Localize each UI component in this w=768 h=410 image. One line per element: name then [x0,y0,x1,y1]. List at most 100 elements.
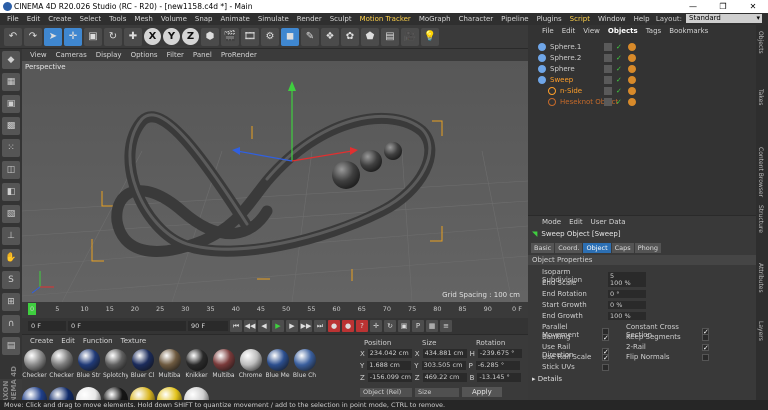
viewport-menu-filter[interactable]: Filter [163,51,188,59]
position-field[interactable]: 1.688 cm [367,361,412,370]
object-tag-icon[interactable] [628,64,636,73]
menu-item-snap[interactable]: Snap [191,15,217,23]
material-menu-function[interactable]: Function [83,337,113,345]
right-tab-attributes[interactable]: Attributes [757,263,764,293]
object-visibility-icon[interactable] [604,53,612,62]
sphere-small[interactable] [384,142,402,160]
menu-item-simulate[interactable]: Simulate [254,15,293,23]
menu-item-edit[interactable]: Edit [23,15,45,23]
viewport-menu-cameras[interactable]: Cameras [52,51,91,59]
menu-item-animate[interactable]: Animate [217,15,254,23]
sphere-large[interactable] [332,161,360,189]
attribute-checkbox[interactable] [702,333,709,341]
apply-button[interactable]: Apply [462,387,502,397]
keyframe-selection-icon[interactable]: ? [356,320,368,332]
attribute-checkbox[interactable]: ✓ [702,343,709,351]
material-swatch[interactable]: Bluer Cl [130,349,155,385]
lock-workplane-icon[interactable]: ⊞ [2,293,20,311]
object-tag-icon[interactable] [628,97,636,106]
material-preview[interactable] [157,387,182,401]
snapping-icon[interactable]: S [2,271,20,289]
material-preview[interactable] [184,387,209,401]
material-swatch[interactable]: Blue Me [265,349,290,385]
menu-item-character[interactable]: Character [455,15,498,23]
material-preview[interactable] [22,387,47,401]
menu-item-window[interactable]: Window [594,15,630,23]
move-icon[interactable]: ✛ [64,27,82,46]
object-visibility-icon[interactable] [604,64,612,73]
object-tag-icon[interactable] [628,42,636,51]
menu-item-motion-tracker[interactable]: Motion Tracker [356,15,415,23]
material-swatch[interactable]: Blue Str [76,349,101,385]
menu-item-create[interactable]: Create [44,15,75,23]
object-enabled-icon[interactable]: ✓ [616,98,622,106]
size-mode-select[interactable]: Size [415,387,459,397]
object-row[interactable]: Sphere.2 ✓ [528,52,756,63]
object-tag-icon[interactable] [628,75,636,84]
material-swatch[interactable]: Splotchy [103,349,128,385]
object-menu-view[interactable]: View [583,27,600,37]
environment-icon[interactable]: ▤ [381,27,399,46]
menu-item-mesh[interactable]: Mesh [130,15,156,23]
material-preview[interactable] [76,387,101,401]
render-settings-icon[interactable]: ⚙ [261,27,279,46]
viewport-menu-display[interactable]: Display [92,51,126,59]
viewport-menu-prorender[interactable]: ProRender [217,51,261,59]
material-swatch[interactable]: Checker [22,349,47,385]
cube-icon[interactable]: ◼ [281,27,299,46]
recent-tools-icon[interactable]: ✚ [124,27,142,46]
tweak-mode-icon[interactable]: ✋ [2,249,20,267]
attribute-value-field[interactable]: 0 ° [608,290,646,298]
pen-icon[interactable]: ✎ [301,27,319,46]
points-mode-icon[interactable]: ⁙ [2,139,20,157]
play-icon[interactable]: ▶ [272,320,284,332]
object-menu-tags[interactable]: Tags [646,27,662,37]
scale-key-icon[interactable]: ▣ [398,320,410,332]
object-enabled-icon[interactable]: ✓ [616,65,622,73]
rotation-field[interactable]: -6.285 ° [475,361,520,370]
object-visibility-icon[interactable] [604,97,612,106]
render-picture-viewer-icon[interactable]: 🎞 [241,27,259,46]
attribute-checkbox[interactable] [702,353,709,361]
go-to-start-icon[interactable]: ⏮ [230,320,242,332]
menu-item-sculpt[interactable]: Sculpt [326,15,356,23]
position-field[interactable]: -156.099 cm [367,373,412,382]
scale-icon[interactable]: ▣ [84,27,102,46]
object-row[interactable]: Sphere.1 ✓ [528,41,756,52]
next-frame-icon[interactable]: ▶ [286,320,298,332]
rotation-field[interactable]: -239.675 ° [477,349,522,358]
end-frame-field[interactable]: 90 F [188,321,228,331]
size-field[interactable]: 303.505 cm [421,361,466,370]
position-field[interactable]: 234.042 cm [367,349,412,358]
material-menu-edit[interactable]: Edit [61,337,75,345]
attribute-menu-mode[interactable]: Mode [542,218,561,226]
material-swatch[interactable]: Checker [49,349,74,385]
viewport-menu-panel[interactable]: Panel [189,51,216,59]
cloner-icon[interactable]: ✿ [341,27,359,46]
sphere-medium[interactable] [360,150,382,172]
light-icon[interactable]: 💡 [421,27,439,46]
menu-item-pipeline[interactable]: Pipeline [497,15,532,23]
menu-item-render[interactable]: Render [293,15,326,23]
close-button[interactable]: ✕ [738,0,768,13]
right-tab-content-browser[interactable]: Content Browser [757,147,764,197]
rotate-icon[interactable]: ↻ [104,27,122,46]
object-menu-objects[interactable]: Objects [608,27,638,37]
object-menu-edit[interactable]: Edit [562,27,576,37]
object-enabled-icon[interactable]: ✓ [616,43,622,51]
maximize-button[interactable]: ❐ [708,0,738,13]
object-row[interactable]: Heseknot Object ✓ [528,96,756,107]
prev-key-icon[interactable]: ◀◀ [244,320,256,332]
next-key-icon[interactable]: ▶▶ [300,320,312,332]
render-view-icon[interactable]: 🎬 [221,27,239,46]
subdivision-icon[interactable]: ❖ [321,27,339,46]
menu-item-plugins[interactable]: Plugins [533,15,566,23]
magnet-icon[interactable]: ∩ [2,315,20,333]
viewport-menu-view[interactable]: View [26,51,51,59]
details-section[interactable]: ▸ Details [532,375,562,383]
attribute-value-field[interactable]: 100 % [608,312,646,320]
menu-item-mograph[interactable]: MoGraph [415,15,455,23]
coordinate-system-icon[interactable]: ⬢ [201,27,219,46]
viewport-menu-options[interactable]: Options [127,51,162,59]
attribute-checkbox[interactable]: ✓ [602,333,609,341]
